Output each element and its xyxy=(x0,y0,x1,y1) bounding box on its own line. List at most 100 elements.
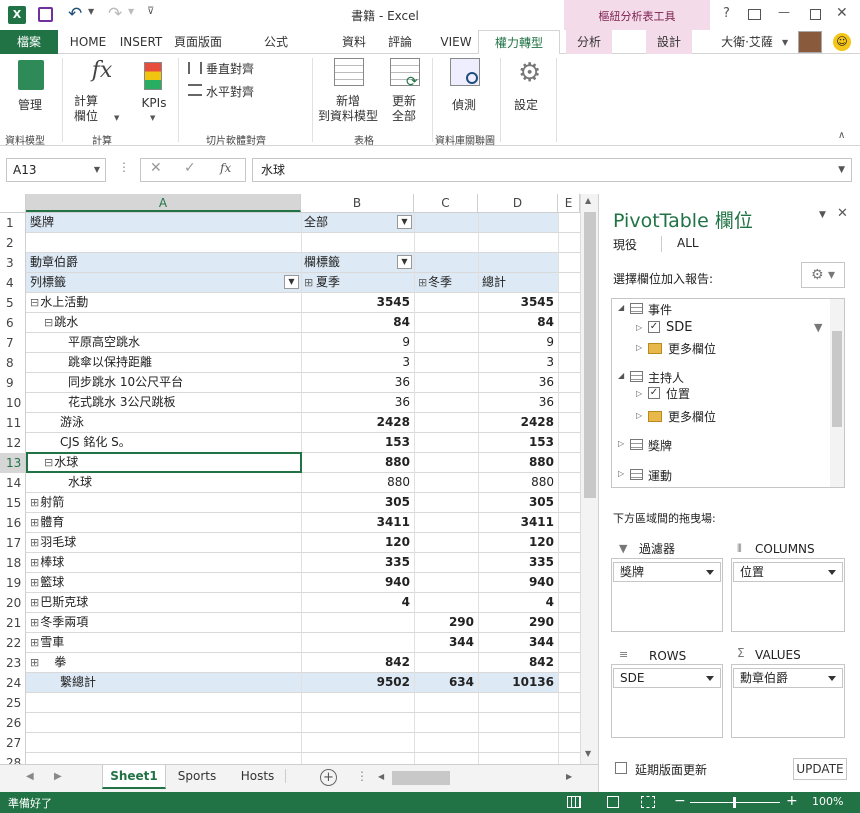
undo-icon[interactable]: ↶ xyxy=(68,4,82,24)
expand-icon[interactable]: ⊞ xyxy=(30,636,39,649)
cell-c[interactable] xyxy=(414,453,478,472)
expand-formula-icon[interactable]: ▼ xyxy=(838,159,845,181)
page-layout-view-icon[interactable] xyxy=(607,796,619,808)
cell-b[interactable]: 842 xyxy=(302,653,414,672)
tab-insert[interactable]: INSERT xyxy=(116,30,166,54)
cell-b[interactable] xyxy=(302,233,414,252)
cell-d[interactable] xyxy=(478,253,558,272)
cell-a[interactable]: 同步跳水 10公尺平台 xyxy=(68,373,300,392)
vertical-align-button[interactable]: 垂直對齊 xyxy=(206,60,254,77)
scroll-thumb[interactable] xyxy=(584,212,596,498)
cell-a[interactable] xyxy=(30,693,300,712)
cell-d[interactable]: 3 xyxy=(478,353,558,372)
cell-c[interactable] xyxy=(414,733,478,752)
cell-d[interactable] xyxy=(478,233,558,252)
kpi-dropdown-icon[interactable]: ▼ xyxy=(150,114,155,122)
filters-area[interactable]: 獎牌 xyxy=(611,558,723,632)
row-header[interactable]: 22 xyxy=(0,633,26,653)
restore-button[interactable] xyxy=(810,9,821,20)
insert-function-button[interactable]: fx xyxy=(220,161,231,175)
cell-b[interactable]: 9 xyxy=(302,333,414,352)
values-area[interactable]: 勳章伯爵 xyxy=(731,664,845,738)
row-header[interactable]: 14 xyxy=(0,473,26,493)
cell-b[interactable]: 3411 xyxy=(302,513,414,532)
calculated-field-button[interactable]: 計算 欄位 xyxy=(66,94,106,124)
row-header[interactable]: 3 xyxy=(0,253,26,273)
cell-b[interactable]: 2428 xyxy=(302,413,414,432)
cell-d[interactable]: 84 xyxy=(478,313,558,332)
cell-b[interactable] xyxy=(302,753,414,764)
cell-b[interactable]: 3 xyxy=(302,353,414,372)
expand-medals-icon[interactable]: ▷ xyxy=(618,439,624,448)
field-scroll-thumb[interactable] xyxy=(832,331,842,427)
expand-icon[interactable]: ⊞ xyxy=(304,273,313,292)
cell-c[interactable] xyxy=(414,313,478,332)
panel-close-icon[interactable]: ✕ xyxy=(837,206,848,221)
zoom-out-icon[interactable]: − xyxy=(674,793,686,809)
cell-d[interactable]: 880 xyxy=(478,453,558,472)
column-header-a[interactable]: A xyxy=(26,194,301,212)
cell-d[interactable] xyxy=(478,753,558,764)
cell-b[interactable] xyxy=(302,633,414,652)
cell-d[interactable]: 344 xyxy=(478,633,558,652)
formula-input[interactable]: 水球 ▼ xyxy=(252,158,852,182)
new-sheet-icon[interactable]: + xyxy=(320,769,337,786)
hscroll-thumb[interactable] xyxy=(392,771,450,785)
cell-c[interactable] xyxy=(414,213,478,232)
cell-c[interactable]: 290 xyxy=(414,613,478,632)
field-table-sports[interactable]: 運動 xyxy=(648,467,672,484)
row-header[interactable]: 21 xyxy=(0,613,26,633)
row-header[interactable]: 25 xyxy=(0,693,26,713)
avatar[interactable] xyxy=(798,31,822,53)
cell-a[interactable]: ⊞羽毛球 xyxy=(30,533,300,552)
horizontal-align-button[interactable]: 水平對齊 xyxy=(206,83,254,100)
tab-review[interactable]: 評論 xyxy=(380,30,420,54)
tab-all-fields[interactable]: ALL xyxy=(677,236,699,250)
row-filter-icon[interactable]: ▼ xyxy=(284,275,299,289)
cell-d[interactable]: 36 xyxy=(478,373,558,392)
cancel-formula-icon[interactable]: ✕ xyxy=(150,160,162,176)
cell-c[interactable] xyxy=(414,553,478,572)
cell-d[interactable]: 120 xyxy=(478,533,558,552)
ribbon-display-icon[interactable] xyxy=(748,9,761,20)
cell-d[interactable]: 153 xyxy=(478,433,558,452)
sheet-prev-icon[interactable]: ◀ xyxy=(26,771,34,782)
scroll-up-icon[interactable]: ▲ xyxy=(585,196,591,205)
expand-icon[interactable]: ⊞ xyxy=(30,596,39,609)
expand-icon[interactable]: ⊞ xyxy=(30,656,39,669)
cell-d[interactable]: 305 xyxy=(478,493,558,512)
expand-sde-icon[interactable]: ▷ xyxy=(636,323,642,332)
cell-a[interactable]: 列標籤 xyxy=(30,273,300,292)
column-item-location[interactable]: 位置 xyxy=(733,562,843,582)
sheet-next-icon[interactable]: ▶ xyxy=(54,771,62,782)
cell-b[interactable] xyxy=(302,733,414,752)
field-table-events[interactable]: 事件 xyxy=(648,301,672,318)
cell-a[interactable] xyxy=(30,713,300,732)
cell-a[interactable]: ⊞雪車 xyxy=(30,633,300,652)
cell-d[interactable]: 36 xyxy=(478,393,558,412)
row-header[interactable]: 19 xyxy=(0,573,26,593)
cell-c[interactable]: 344 xyxy=(414,633,478,652)
panel-options-icon[interactable]: ▼ xyxy=(819,210,826,220)
expand-more1-icon[interactable]: ▷ xyxy=(636,343,642,352)
cell-a[interactable]: ⊟跳水 xyxy=(44,313,300,332)
row-header[interactable]: 10 xyxy=(0,393,26,413)
row-header[interactable]: 23 xyxy=(0,653,26,673)
zoom-level[interactable]: 100% xyxy=(812,795,843,808)
cell-a[interactable]: 平原高空跳水 xyxy=(68,333,300,352)
row-header[interactable]: 2 xyxy=(0,233,26,253)
user-name[interactable]: 大衛·艾薩 xyxy=(716,30,778,54)
cell-d[interactable]: 3545 xyxy=(478,293,558,312)
undo-dropdown-icon[interactable]: ▼ xyxy=(88,7,94,16)
cell-b[interactable]: 3545 xyxy=(302,293,414,312)
refresh-all-button[interactable]: 更新 全部 xyxy=(386,94,422,124)
row-header[interactable]: 13 xyxy=(0,453,26,473)
scroll-down-icon[interactable]: ▼ xyxy=(585,749,591,758)
expand-location-icon[interactable]: ▷ xyxy=(636,389,642,398)
cell-a[interactable]: ⊞ 拳 xyxy=(30,653,300,672)
sheet-tab-sports[interactable]: Sports xyxy=(168,769,226,783)
field-more-hosts[interactable]: 更多欄位 xyxy=(668,408,716,425)
minimize-button[interactable]: — xyxy=(778,5,790,19)
cell-b[interactable]: 84 xyxy=(302,313,414,332)
field-list-scrollbar[interactable] xyxy=(830,299,844,487)
